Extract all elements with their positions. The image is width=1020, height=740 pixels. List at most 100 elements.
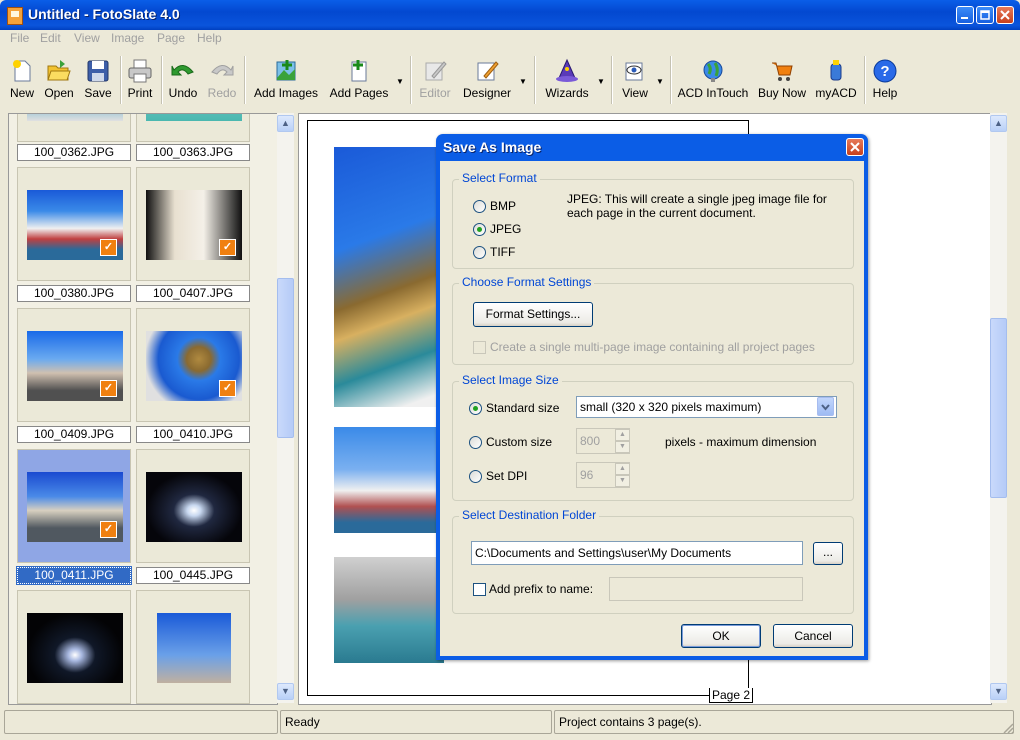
photo-thumbnail bbox=[27, 613, 123, 683]
view-button[interactable]: View bbox=[616, 54, 654, 106]
format-settings-button[interactable]: Format Settings... bbox=[473, 302, 593, 327]
scroll-down-icon[interactable]: ▼ bbox=[277, 683, 294, 700]
custom-size-spinner: ▲ ▼ bbox=[615, 429, 630, 453]
menu-file[interactable]: File bbox=[10, 31, 29, 45]
scroll-thumb[interactable] bbox=[990, 318, 1007, 498]
scroll-thumb[interactable] bbox=[277, 278, 294, 438]
scroll-up-icon[interactable]: ▲ bbox=[990, 115, 1007, 132]
resize-grip-icon[interactable] bbox=[1002, 722, 1014, 734]
destination-title: Select Destination Folder bbox=[459, 508, 600, 522]
checkmark-icon[interactable]: ✓ bbox=[100, 239, 117, 256]
designer-button[interactable]: Designer bbox=[460, 54, 514, 106]
thumbnail-item[interactable]: ✓ bbox=[136, 308, 250, 422]
undo-button[interactable]: Undo bbox=[166, 54, 200, 106]
standard-size-select[interactable]: small (320 x 320 pixels maximum) bbox=[576, 396, 837, 418]
designer-dropdown-icon[interactable]: ▼ bbox=[519, 77, 527, 86]
thumbnail-item[interactable]: ✓ bbox=[17, 167, 131, 281]
myacd-button[interactable]: myACD bbox=[814, 54, 858, 106]
page-photo[interactable] bbox=[334, 427, 444, 533]
browse-button[interactable]: ... bbox=[813, 542, 843, 565]
add-pages-dropdown-icon[interactable]: ▼ bbox=[396, 77, 404, 86]
printer-icon bbox=[128, 59, 152, 83]
wizards-dropdown-icon[interactable]: ▼ bbox=[597, 77, 605, 86]
cancel-button[interactable]: Cancel bbox=[773, 624, 853, 648]
destination-group: Select Destination Folder C:\Documents a… bbox=[452, 508, 854, 614]
menu-edit[interactable]: Edit bbox=[40, 31, 61, 45]
format-bmp-label[interactable]: BMP bbox=[490, 199, 516, 213]
undo-arrow-icon bbox=[171, 65, 194, 76]
thumbnail-caption[interactable]: 100_0380.JPG bbox=[17, 285, 131, 302]
thumbnail-item[interactable] bbox=[136, 114, 250, 142]
menu-help[interactable]: Help bbox=[197, 31, 222, 45]
prefix-checkbox[interactable] bbox=[473, 583, 486, 596]
thumbnail-caption[interactable]: 100_0410.JPG bbox=[136, 426, 250, 443]
thumbnail-caption[interactable]: 100_0409.JPG bbox=[17, 426, 131, 443]
thumbnail-scrollbar[interactable]: ▲ ▼ bbox=[277, 113, 294, 703]
thumbnail-item[interactable]: ✓ bbox=[17, 308, 131, 422]
format-tiff-label[interactable]: TIFF bbox=[490, 245, 515, 259]
thumbnail-caption[interactable]: 100_0411.JPG bbox=[16, 566, 132, 585]
print-button[interactable]: Print bbox=[124, 54, 156, 106]
thumbnail-caption[interactable]: 100_0407.JPG bbox=[136, 285, 250, 302]
ok-button[interactable]: OK bbox=[681, 624, 761, 648]
add-images-button[interactable]: Add Images bbox=[250, 54, 322, 106]
set-dpi-label[interactable]: Set DPI bbox=[486, 469, 527, 483]
open-button[interactable]: Open bbox=[40, 54, 78, 106]
page-photo[interactable] bbox=[334, 557, 444, 663]
scroll-down-icon[interactable]: ▼ bbox=[990, 683, 1007, 700]
save-button[interactable]: Save bbox=[80, 54, 116, 106]
thumbnail-caption[interactable]: 100_0362.JPG bbox=[17, 144, 131, 161]
maximize-button[interactable] bbox=[976, 6, 994, 24]
dpi-spinner: ▲ ▼ bbox=[615, 463, 630, 487]
dialog-title: Save As Image bbox=[443, 139, 542, 155]
chevron-down-icon[interactable] bbox=[817, 397, 834, 416]
format-bmp-radio[interactable] bbox=[473, 200, 486, 213]
new-button[interactable]: New bbox=[4, 54, 40, 106]
prefix-label[interactable]: Add prefix to name: bbox=[489, 582, 593, 596]
thumbnail-caption[interactable]: 100_0445.JPG bbox=[136, 567, 250, 584]
format-tiff-radio[interactable] bbox=[473, 246, 486, 259]
thumbnail-caption[interactable]: 100_0363.JPG bbox=[136, 144, 250, 161]
page-scrollbar[interactable]: ▲ ▼ bbox=[990, 113, 1007, 703]
thumbnail-item[interactable] bbox=[17, 590, 131, 704]
minimize-button[interactable] bbox=[956, 6, 974, 24]
checkmark-icon[interactable]: ✓ bbox=[100, 380, 117, 397]
wizards-button[interactable]: Wizards bbox=[540, 54, 594, 106]
custom-size-label[interactable]: Custom size bbox=[486, 435, 552, 449]
checkmark-icon[interactable]: ✓ bbox=[100, 521, 117, 538]
menu-view[interactable]: View bbox=[74, 31, 100, 45]
view-icon bbox=[625, 62, 643, 81]
thumbnail-item[interactable] bbox=[136, 590, 250, 704]
save-as-image-dialog: Save As Image Select Format BMP JPEG TIF… bbox=[436, 134, 868, 660]
menu-bar: File Edit View Image Page Help bbox=[0, 30, 1020, 48]
dialog-close-button[interactable] bbox=[846, 138, 864, 156]
checkmark-icon[interactable]: ✓ bbox=[219, 239, 236, 256]
title-bar: Untitled - FotoSlate 4.0 bbox=[0, 0, 1020, 30]
thumbnail-item[interactable]: ✓ bbox=[136, 167, 250, 281]
scroll-up-icon[interactable]: ▲ bbox=[277, 115, 294, 132]
standard-size-label[interactable]: Standard size bbox=[486, 401, 559, 415]
multipage-checkbox bbox=[473, 341, 486, 354]
view-dropdown-icon[interactable]: ▼ bbox=[656, 77, 664, 86]
thumbnail-item[interactable] bbox=[136, 449, 250, 563]
standard-size-radio[interactable] bbox=[469, 402, 482, 415]
menu-page[interactable]: Page bbox=[157, 31, 185, 45]
format-jpeg-label[interactable]: JPEG bbox=[490, 222, 521, 236]
thumbnail-item-selected[interactable]: ✓ bbox=[17, 449, 131, 563]
page-photo[interactable] bbox=[334, 147, 444, 407]
buy-now-button[interactable]: Buy Now bbox=[756, 54, 808, 106]
set-dpi-radio[interactable] bbox=[469, 470, 482, 483]
menu-image[interactable]: Image bbox=[111, 31, 144, 45]
dialog-body: Select Format BMP JPEG TIFF JPEG: This w… bbox=[440, 161, 864, 656]
close-button[interactable] bbox=[996, 6, 1014, 24]
destination-path-input[interactable]: C:\Documents and Settings\user\My Docume… bbox=[471, 541, 803, 565]
checkmark-icon[interactable]: ✓ bbox=[219, 380, 236, 397]
editor-icon bbox=[425, 61, 447, 81]
custom-size-radio[interactable] bbox=[469, 436, 482, 449]
acd-intouch-button[interactable]: ACD InTouch bbox=[676, 54, 750, 106]
thumbnail-item[interactable] bbox=[17, 114, 131, 142]
redo-button: Redo bbox=[205, 54, 239, 106]
add-pages-button[interactable]: Add Pages bbox=[326, 54, 392, 106]
format-jpeg-radio[interactable] bbox=[473, 223, 486, 236]
help-button[interactable]: ? Help bbox=[868, 54, 902, 106]
